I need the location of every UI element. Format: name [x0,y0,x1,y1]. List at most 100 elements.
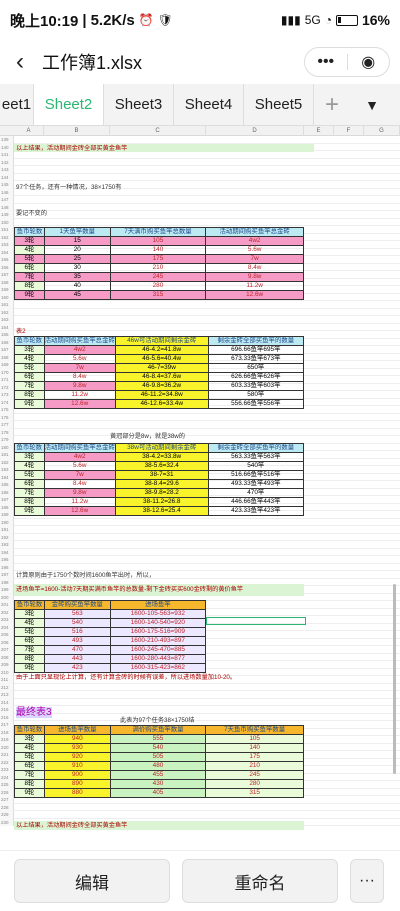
row-number[interactable]: 213 [0,691,14,699]
row-number[interactable]: 229 [0,811,14,819]
table-cell[interactable]: 7w [205,254,304,264]
row-number[interactable]: 218 [0,728,14,736]
table-cell[interactable]: 7w [43,363,116,373]
table-cell[interactable]: 1600-140-540=920 [109,618,207,628]
rename-button[interactable]: 重命名 [182,859,338,903]
table-cell[interactable]: 280 [109,281,207,291]
col-e[interactable]: E [304,126,334,136]
table-cell[interactable]: 910 [43,761,111,771]
table-cell[interactable]: 7w [43,470,116,480]
table-cell[interactable]: 38-4.2=33.8w [114,452,209,462]
table-cell[interactable]: 12.6w [205,290,304,300]
table-cell[interactable]: 7轮 [14,645,45,655]
row-number[interactable]: 206 [0,638,14,646]
row-number[interactable]: 225 [0,781,14,789]
table-cell[interactable]: 280 [205,779,304,789]
row-number[interactable]: 224 [0,773,14,781]
table-cell[interactable]: 46w可活动期间剩余金砖 [114,336,209,346]
table-cell[interactable]: 25 [43,254,111,264]
table-cell[interactable]: 8.4w [43,479,116,489]
row-number[interactable]: 223 [0,766,14,774]
row-number[interactable]: 192 [0,533,14,541]
table-cell[interactable]: 580竿 [207,390,305,400]
table-cell[interactable]: 5轮 [14,470,45,480]
scrollbar[interactable] [393,584,396,774]
row-number[interactable]: 181 [0,451,14,459]
row-number[interactable]: 199 [0,586,14,594]
table-cell[interactable]: 9轮 [14,399,45,409]
row-number[interactable]: 228 [0,803,14,811]
row-number[interactable]: 188 [0,503,14,511]
table-cell[interactable]: 105 [109,236,207,246]
row-number[interactable]: 145 [0,181,14,189]
row-number[interactable]: 180 [0,443,14,451]
row-number[interactable]: 144 [0,173,14,181]
row-number[interactable]: 177 [0,421,14,429]
table-cell[interactable]: 满价购买鱼竿数量 [109,725,207,735]
row-number[interactable]: 166 [0,338,14,346]
table-cell[interactable]: 1600-105-563=932 [109,609,207,619]
row-number[interactable]: 171 [0,376,14,384]
row-number[interactable]: 174 [0,398,14,406]
row-number[interactable]: 169 [0,361,14,369]
row-number[interactable]: 221 [0,751,14,759]
row-number[interactable]: 197 [0,571,14,579]
table-cell[interactable]: 4轮 [14,354,45,364]
table-cell[interactable]: 480 [109,761,207,771]
table-cell[interactable]: 8轮 [14,497,45,507]
row-number[interactable]: 203 [0,616,14,624]
row-number[interactable]: 184 [0,473,14,481]
table-cell[interactable]: 38-11.2=26.8 [114,497,209,507]
table-cell[interactable]: 11.2w [205,281,304,291]
row-number[interactable]: 168 [0,353,14,361]
table-cell[interactable]: 9轮 [14,663,45,673]
row-number[interactable]: 141 [0,151,14,159]
table-cell[interactable]: 470 [43,645,111,655]
table-cell[interactable]: 20 [43,245,111,255]
table-cell[interactable]: 9.8w [205,272,304,282]
row-number[interactable]: 210 [0,668,14,676]
table-cell[interactable]: 1600-210-493=897 [109,636,207,646]
table-cell[interactable]: 7轮 [14,381,45,391]
target-icon[interactable]: ◉ [348,52,390,72]
table-cell[interactable]: 210 [205,761,304,771]
table-cell[interactable]: 140 [205,743,304,753]
row-number[interactable]: 140 [0,143,14,151]
row-number[interactable]: 230 [0,818,14,826]
table-cell[interactable]: 315 [109,290,207,300]
table-cell[interactable]: 9.8w [43,488,116,498]
row-number[interactable]: 187 [0,496,14,504]
table-cell[interactable]: 46-4.2=41.8w [114,345,209,355]
table-cell[interactable]: 696.66鱼竿695竿 [207,345,305,355]
table-cell[interactable]: 38-12.6=25.4 [114,506,209,516]
col-c[interactable]: C [110,126,206,136]
col-d[interactable]: D [206,126,304,136]
table-cell[interactable]: 493.33鱼竿493竿 [207,479,305,489]
edit-button[interactable]: 编辑 [14,859,170,903]
tab-sheet4[interactable]: Sheet4 [174,84,244,125]
row-number[interactable]: 209 [0,661,14,669]
table-cell[interactable]: 进场鱼竿 [109,600,207,610]
row-number[interactable]: 226 [0,788,14,796]
table-cell[interactable]: 活动期间购买鱼竿总金砖 [43,336,116,346]
row-number[interactable]: 202 [0,608,14,616]
table-cell[interactable]: 30 [43,263,111,273]
tab-sheet5[interactable]: Sheet5 [244,84,314,125]
table-cell[interactable]: 540 [109,743,207,753]
row-number[interactable]: 142 [0,158,14,166]
table-cell[interactable]: 1600-245-470=885 [109,645,207,655]
row-number[interactable]: 175 [0,406,14,414]
table-cell[interactable]: 46-7=39w [114,363,209,373]
table-cell[interactable]: 46-11.2=34.8w [114,390,209,400]
table-cell[interactable]: 556.66鱼竿556竿 [207,399,305,409]
table-cell[interactable]: 1天鱼竿数量 [43,227,111,237]
row-number[interactable]: 215 [0,706,14,714]
table-cell[interactable]: 245 [109,272,207,282]
row-number[interactable]: 204 [0,623,14,631]
table-cell[interactable]: 603.33鱼竿603竿 [207,381,305,391]
row-number[interactable]: 157 [0,271,14,279]
row-number[interactable]: 201 [0,601,14,609]
table-cell[interactable]: 剩余金砖全部买鱼竿的数量 [207,336,305,346]
table-cell[interactable]: 38-8.4=29.6 [114,479,209,489]
table-cell[interactable]: 1600-175-516=909 [109,627,207,637]
